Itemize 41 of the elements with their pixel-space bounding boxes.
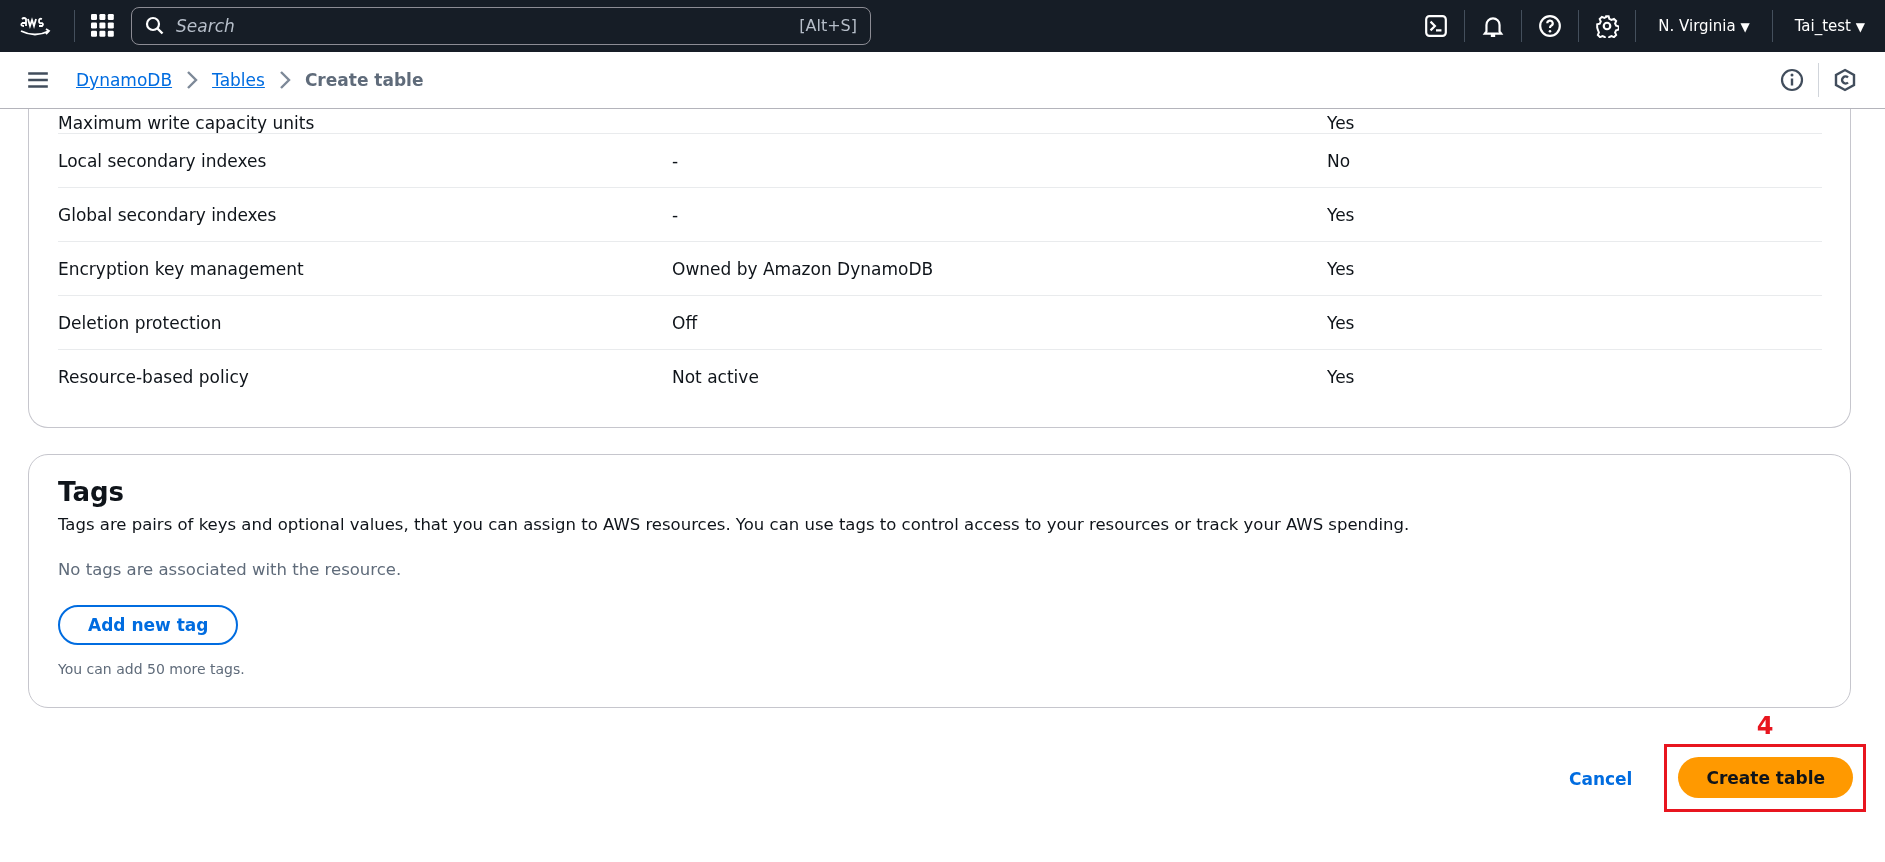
empty-message: No tags are associated with the resource.: [58, 560, 403, 579]
table-cell: Off: [672, 312, 698, 333]
info-icon[interactable]: [1780, 68, 1804, 92]
table-cell-text: Local secondary indexes: [58, 150, 268, 171]
hexagon-icon[interactable]: [1833, 68, 1857, 92]
table-cell: Yes: [1327, 366, 1355, 387]
table-cell-text: Encryption key management: [58, 258, 305, 279]
region-menu[interactable]: N. Virginia ▼: [1652, 17, 1756, 35]
table-cell: -: [672, 204, 679, 225]
search-icon: [145, 16, 165, 36]
table-cell: Not active: [672, 366, 759, 387]
table-cell: Yes: [1327, 204, 1355, 225]
breadcrumb-current: Create table: [304, 70, 424, 90]
hint-text: You can add 50 more tags.: [58, 661, 246, 677]
help-icon[interactable]: [1538, 14, 1563, 38]
breadcrumb-link[interactable]: DynamoDB: [76, 70, 173, 90]
shortcut-hint: [Alt+S]: [799, 16, 857, 35]
account-menu[interactable]: Tai_test ▼: [1788, 17, 1871, 35]
table-cell: No: [1327, 150, 1351, 171]
table-cell: Yes: [1327, 312, 1355, 333]
section-description: Tags are pairs of keys and optional values, that you can assign to AWS resources. You can use tags to control access to your resources or track your AWS spending.: [58, 515, 1411, 534]
chevron-icon: [186, 70, 199, 90]
table-cell: -: [672, 150, 679, 171]
table-cell-text: Global secondary indexes: [58, 204, 278, 225]
annotation-number: 4: [1756, 714, 1774, 738]
notification-bell-icon[interactable]: [1481, 14, 1506, 38]
table-cell: Yes: [1327, 258, 1355, 279]
add-tag-button[interactable]: Add new tag: [58, 605, 239, 645]
apps-grid-icon[interactable]: [91, 14, 115, 38]
section-title: Tags: [58, 477, 125, 507]
table-cell: Yes: [1327, 113, 1355, 133]
terminal-icon[interactable]: [1424, 14, 1449, 38]
chevron-icon: [278, 70, 291, 90]
breadcrumb-link[interactable]: Tables: [212, 70, 265, 90]
table-cell-text: Deletion protection: [58, 312, 223, 333]
table-cell-text: Maximum write capacity units: [58, 113, 316, 133]
table-cell: Owned by Amazon DynamoDB: [672, 258, 934, 279]
cancel-button[interactable]: Cancel: [1562, 768, 1639, 790]
create-table-button[interactable]: Create table: [1678, 757, 1853, 798]
settings-icon[interactable]: [1595, 14, 1620, 38]
table-cell-text: Resource-based policy: [58, 366, 250, 387]
